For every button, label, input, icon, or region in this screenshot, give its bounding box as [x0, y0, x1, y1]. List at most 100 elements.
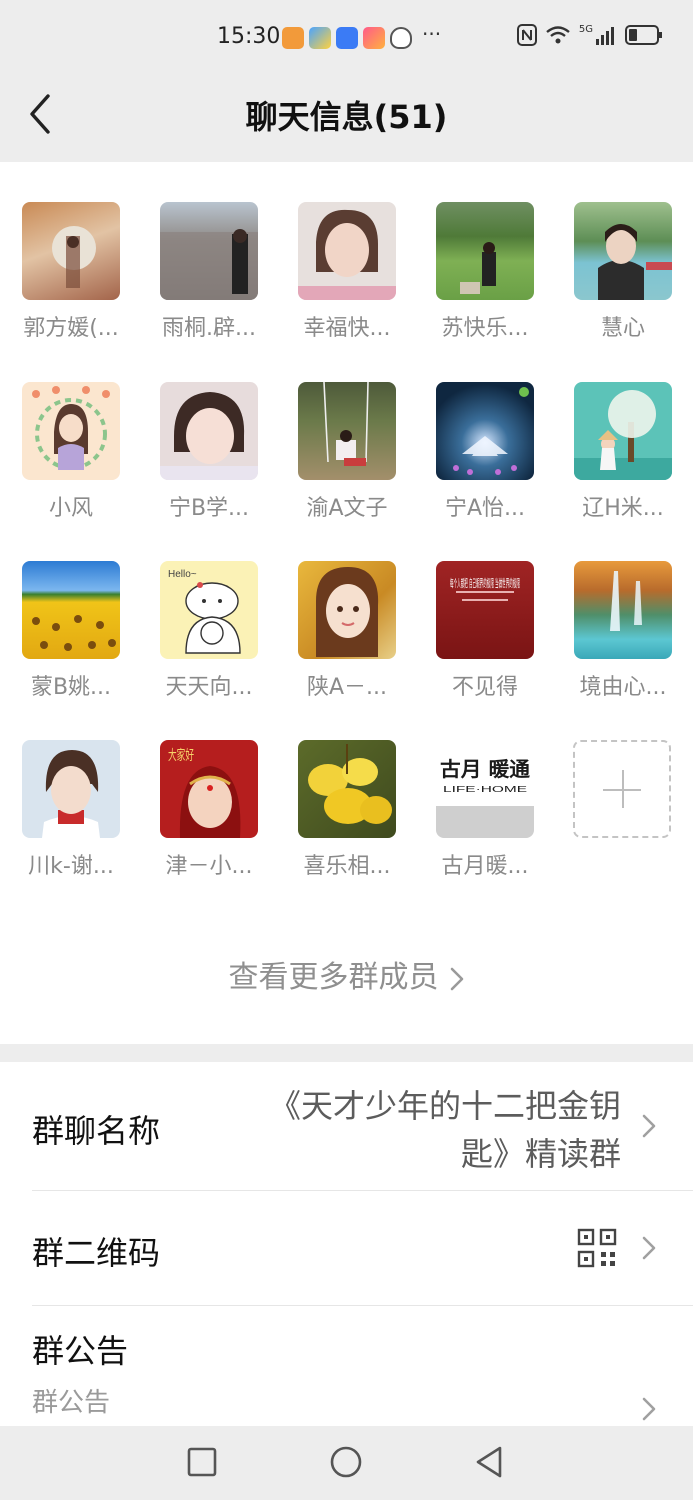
member-name: 境由心...	[579, 675, 667, 700]
member-name: 幸福快...	[303, 316, 391, 341]
member-item[interactable]: 川k-谢...	[16, 740, 126, 880]
member-avatar	[298, 382, 396, 480]
member-name: 慧心	[600, 316, 645, 341]
group-name-label: 群聊名称	[32, 1112, 161, 1150]
member-item[interactable]: 陕A－...	[292, 561, 402, 701]
avatar-greeting-text: 大家好	[168, 747, 194, 764]
member-name: 陕A－...	[306, 675, 388, 700]
member-item[interactable]: 大家好 津－小...	[154, 740, 264, 880]
member-avatar	[574, 382, 672, 480]
member-avatar	[436, 382, 534, 480]
group-name-value: 《天才少年的十二把金钥匙》精读群	[268, 1087, 621, 1173]
signal-label: 5G	[578, 24, 593, 35]
status-right: 5G	[516, 24, 663, 46]
group-notice-label: 群公告	[32, 1332, 129, 1370]
recents-square-icon[interactable]	[184, 1444, 220, 1480]
member-item[interactable]: 渝A文子	[292, 382, 402, 522]
signal-icon	[596, 27, 614, 45]
member-name: 不见得	[451, 675, 518, 700]
status-bar: 15:30 ··· 5G	[0, 0, 693, 78]
member-avatar	[298, 202, 396, 300]
page-title: 聊天信息(51)	[245, 98, 448, 136]
app-notification-icon	[363, 27, 385, 49]
member-item[interactable]: 宁A怡...	[430, 382, 540, 522]
member-avatar	[160, 382, 258, 480]
member-name: 渝A文子	[306, 496, 388, 521]
app-notification-icon	[309, 27, 331, 49]
avatar-poster-text: 每个人都把 自己眼界的极限 当做世界的极限	[450, 576, 520, 590]
member-name: 天天向...	[165, 675, 253, 700]
member-item[interactable]: 喜乐相...	[292, 740, 402, 880]
member-item[interactable]: 慧心	[568, 202, 678, 342]
chevron-right-icon	[642, 1114, 656, 1138]
member-avatar	[22, 202, 120, 300]
member-avatar	[298, 561, 396, 659]
member-avatar: 每个人都把 自己眼界的极限 当做世界的极限	[436, 561, 534, 659]
app-notification-icon	[336, 27, 358, 49]
nav-bar: 聊天信息(51)	[0, 78, 693, 162]
member-avatar	[22, 561, 120, 659]
back-triangle-icon[interactable]	[472, 1444, 508, 1480]
group-name-row[interactable]: 群聊名称 《天才少年的十二把金钥匙》精读群	[0, 1062, 693, 1190]
chevron-right-icon	[450, 967, 463, 990]
group-notice-row[interactable]: 群公告 群公告	[0, 1306, 693, 1426]
member-grid: 郭方媛(... 雨桐.辟... 幸福快... 苏快乐... 慧心 小风 宁B学.…	[0, 162, 693, 1044]
member-avatar: 古月 暖通 LIFE·HOME	[436, 740, 534, 838]
member-item[interactable]: 蒙B姚...	[16, 561, 126, 701]
member-name: 宁B学...	[168, 496, 250, 521]
member-avatar	[298, 740, 396, 838]
member-item[interactable]: 郭方媛(...	[16, 202, 126, 342]
home-circle-icon[interactable]	[328, 1444, 364, 1480]
member-name: 小风	[48, 496, 93, 521]
member-name: 宁A怡...	[444, 496, 526, 521]
member-name: 津－小...	[165, 854, 253, 879]
nfc-icon	[516, 24, 537, 46]
avatar-brand-text: 古月 暖通	[440, 757, 530, 781]
member-name: 喜乐相...	[303, 854, 391, 879]
settings-list: 群聊名称 《天才少年的十二把金钥匙》精读群 群二维码 群公告 群公告	[0, 1062, 693, 1426]
see-more-members-link[interactable]: 查看更多群成员	[0, 952, 693, 996]
qr-code-icon	[577, 1228, 617, 1268]
member-avatar: Hello~	[160, 561, 258, 659]
member-item[interactable]: 古月 暖通 LIFE·HOME 古月暖...	[430, 740, 540, 880]
member-item[interactable]: 幸福快...	[292, 202, 402, 342]
member-item[interactable]: 每个人都把 自己眼界的极限 当做世界的极限 不见得	[430, 561, 540, 701]
status-time: 15:30	[217, 24, 281, 49]
hand-icon	[390, 27, 412, 49]
member-item[interactable]: 苏快乐...	[430, 202, 540, 342]
member-item[interactable]: 宁B学...	[154, 382, 264, 522]
member-item[interactable]: 小风	[16, 382, 126, 522]
chevron-right-icon	[642, 1236, 656, 1260]
member-avatar	[574, 561, 672, 659]
member-name: 蒙B姚...	[30, 675, 112, 700]
add-member-button[interactable]	[573, 740, 671, 838]
group-qr-row[interactable]: 群二维码	[0, 1191, 693, 1305]
member-item[interactable]: 雨桐.辟...	[154, 202, 264, 342]
avatar-brand-sub-text: LIFE·HOME	[443, 785, 527, 794]
member-item[interactable]: 辽H米...	[568, 382, 678, 522]
member-item[interactable]: 境由心...	[568, 561, 678, 701]
system-nav-bar	[0, 1426, 693, 1500]
member-avatar: 大家好	[160, 740, 258, 838]
member-avatar	[436, 202, 534, 300]
member-avatar	[22, 382, 120, 480]
battery-icon	[625, 25, 662, 45]
member-name: 雨桐.辟...	[162, 316, 256, 341]
notification-icons	[282, 27, 412, 49]
group-qr-label: 群二维码	[32, 1234, 161, 1272]
member-avatar	[160, 202, 258, 300]
app-notification-icon	[282, 27, 304, 49]
member-item[interactable]: Hello~ 天天向...	[154, 561, 264, 701]
member-avatar	[574, 202, 672, 300]
member-name: 川k-谢...	[28, 854, 114, 879]
member-name: 辽H米...	[582, 496, 664, 521]
member-name: 苏快乐...	[441, 316, 529, 341]
group-notice-content: 群公告	[32, 1388, 111, 1418]
hello-text: Hello~	[168, 569, 197, 580]
wifi-icon	[546, 26, 570, 44]
see-more-label: 查看更多群成员	[228, 960, 439, 995]
chevron-right-icon	[642, 1397, 656, 1421]
status-more: ···	[422, 22, 442, 46]
member-name: 古月暖...	[441, 854, 529, 879]
member-name: 郭方媛(...	[23, 316, 119, 341]
